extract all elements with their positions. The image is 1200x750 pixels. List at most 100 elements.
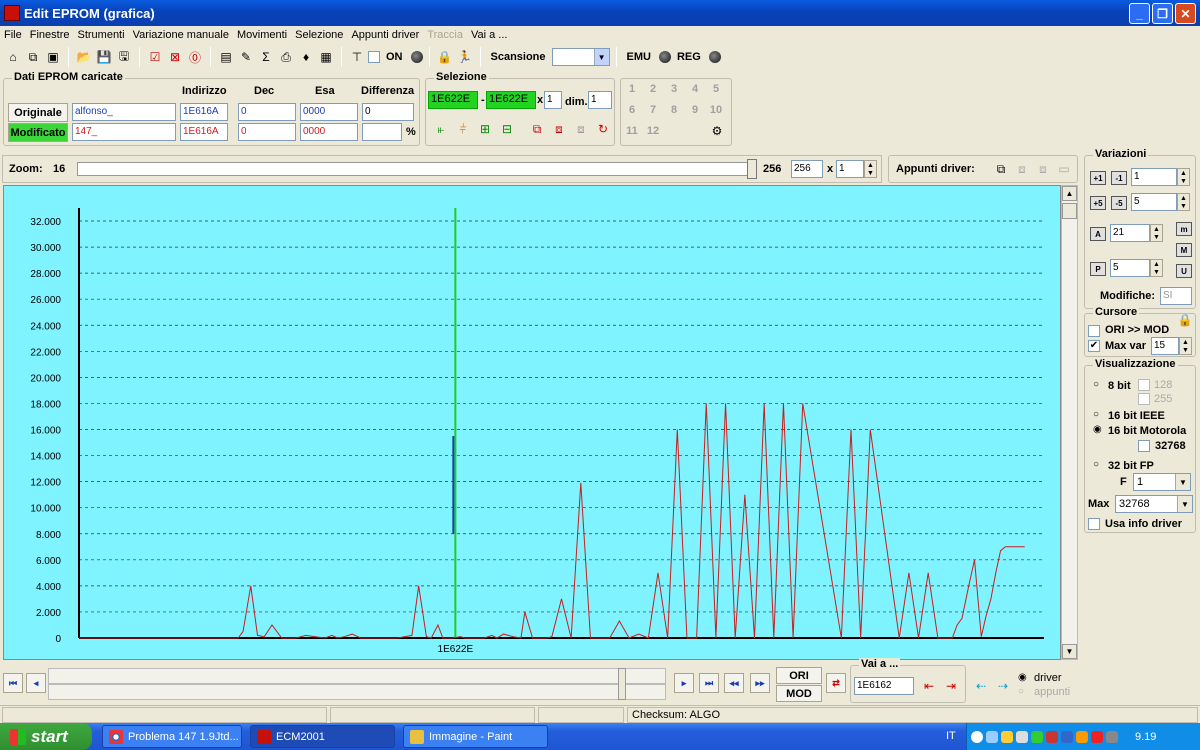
variazioni-spinner-1[interactable]: ▲ ▼ — [1177, 168, 1190, 186]
next-icon[interactable]: ▸ — [674, 673, 694, 693]
modificato-button[interactable]: Modificato — [8, 123, 68, 142]
radio-motorola[interactable]: ◉ — [1093, 424, 1102, 435]
minimize-button[interactable]: _ — [1129, 3, 1150, 24]
sum-icon[interactable]: Σ — [257, 48, 275, 66]
selezione-end[interactable]: 1E622E — [486, 91, 536, 109]
copy-red-icon[interactable]: ⧉ — [528, 120, 546, 138]
tray-security-icon[interactable] — [1031, 730, 1043, 743]
max-var-spinner[interactable]: ▲ ▼ — [1179, 337, 1192, 355]
chart-area[interactable]: 0 2.000 4.000 6.000 8.000 10.000 12.000 14.000 1… — [3, 185, 1061, 660]
graph-icon[interactable]: ▦ — [317, 48, 335, 66]
menu-item-file[interactable]: File — [4, 29, 27, 41]
f-select[interactable]: 1 ▼ — [1133, 473, 1191, 491]
task-ecm2001[interactable]: ECM2001 — [250, 725, 395, 748]
eprom-chart[interactable]: 0 2.000 4.000 6.000 8.000 10.000 12.000 14.000 1… — [4, 186, 1062, 661]
swap-icon[interactable]: ⇄ — [826, 673, 846, 693]
run-icon[interactable]: 🏃 — [456, 48, 474, 66]
window-icon[interactable]: ▣ — [44, 48, 62, 66]
minus1-icon[interactable]: -1 — [1111, 171, 1127, 185]
paste-red-icon[interactable]: ⧈ — [550, 120, 568, 138]
on-checkbox[interactable] — [368, 51, 380, 63]
chart-vertical-scrollbar[interactable]: ▲ ▼ — [1061, 185, 1078, 660]
m-big-icon[interactable]: M — [1176, 243, 1192, 257]
selezione-dim-field[interactable]: 1 — [588, 91, 612, 109]
plus1-icon[interactable]: +1 — [1090, 171, 1106, 185]
filter-icon[interactable]: ⊤ — [348, 48, 366, 66]
radio-32bit-fp[interactable]: ○ — [1093, 459, 1099, 470]
home-icon[interactable]: ⌂ — [4, 48, 22, 66]
zoom-slider-thumb[interactable] — [747, 159, 757, 179]
cursore-lock-icon[interactable]: 🔒 — [1176, 311, 1194, 329]
modificato-indirizzo-field[interactable]: 1E616A — [180, 123, 228, 141]
tray-antivirus-icon[interactable] — [1046, 730, 1058, 743]
zoom-x-spinner[interactable]: ▲ ▼ — [864, 160, 877, 178]
modificato-dec-field[interactable]: 0 — [238, 123, 296, 141]
close-button[interactable]: ✕ — [1175, 3, 1196, 24]
paint-icon[interactable]: ♦ — [297, 48, 315, 66]
max-select[interactable]: 32768 ▼ — [1115, 495, 1193, 513]
tray-volume-icon[interactable] — [1016, 730, 1028, 743]
originale-dec-field[interactable]: 0 — [238, 103, 296, 121]
minus5-icon[interactable]: -5 — [1111, 196, 1127, 210]
select-mid-icon[interactable]: ⫩ — [454, 120, 472, 138]
check-icon[interactable]: ☑ — [146, 48, 164, 66]
originale-differenza-field[interactable]: 0 — [362, 103, 414, 121]
reg-led-icon[interactable] — [708, 51, 721, 63]
variazioni-field-4[interactable]: 5 — [1110, 259, 1150, 277]
last-icon[interactable]: ⏭ — [699, 673, 719, 693]
variazioni-field-2[interactable]: 5 — [1131, 193, 1177, 211]
goto-left-icon[interactable]: ⇤ — [920, 677, 938, 695]
prev-diff-icon[interactable]: ◂◂ — [724, 673, 744, 693]
menu-item-variazione-manuale[interactable]: Variazione manuale — [133, 29, 234, 41]
mark-right-icon[interactable]: ⇢ — [994, 677, 1012, 695]
tray-update-icon[interactable] — [1076, 730, 1088, 743]
save-icon[interactable]: 💾 — [95, 48, 113, 66]
refresh-icon[interactable]: ↻ — [594, 120, 612, 138]
save-as-icon[interactable]: 🖫 — [115, 48, 133, 66]
menu-item-finestre[interactable]: Finestre — [30, 29, 75, 41]
a-icon[interactable]: A — [1090, 227, 1106, 241]
modificato-name-field[interactable]: 147_ — [72, 123, 176, 141]
variazioni-spinner-3[interactable]: ▲ ▼ — [1150, 224, 1163, 242]
u-icon[interactable]: U — [1176, 264, 1192, 278]
next-diff-icon[interactable]: ▸▸ — [750, 673, 770, 693]
scansione-select[interactable]: ▼ — [551, 48, 610, 66]
print-icon[interactable]: ⎙ — [277, 48, 295, 66]
vai-a-field[interactable]: 1E6162 — [854, 677, 914, 695]
variazioni-spinner-4[interactable]: ▲ ▼ — [1150, 259, 1163, 277]
select-h-icon[interactable]: ⊞ — [476, 120, 494, 138]
tray-chevron-icon[interactable] — [971, 730, 983, 743]
scroll-down-icon[interactable]: ▼ — [1062, 644, 1077, 659]
grid-tool-icon[interactable]: ⚙ — [708, 122, 726, 140]
maximize-button[interactable]: ❐ — [1152, 3, 1173, 24]
tray-device-icon[interactable] — [1106, 730, 1118, 743]
variazioni-field-1[interactable]: 1 — [1131, 168, 1177, 186]
menu-item-strumenti[interactable]: Strumenti — [77, 29, 129, 41]
scroll-up-icon[interactable]: ▲ — [1062, 186, 1077, 201]
m-small-icon[interactable]: m — [1176, 222, 1192, 236]
tray-ecm-icon[interactable] — [1091, 730, 1103, 743]
menu-item-appunti-driver[interactable]: Appunti driver — [351, 29, 424, 41]
prev-icon[interactable]: ◂ — [26, 673, 46, 693]
zoom-value-field[interactable]: 256 — [791, 160, 823, 178]
plus5-icon[interactable]: +5 — [1090, 196, 1106, 210]
tray-bluetooth-icon[interactable] — [1061, 730, 1073, 743]
originale-indirizzo-field[interactable]: 1E616A — [180, 103, 228, 121]
scroll-thumb[interactable] — [618, 668, 626, 700]
originale-esa-field[interactable]: 0000 — [300, 103, 358, 121]
selezione-start[interactable]: 1E622E — [428, 91, 478, 109]
select-left-icon[interactable]: ⫦ — [432, 120, 450, 138]
tray-wifi-icon[interactable] — [1001, 730, 1013, 743]
modificato-differenza-field[interactable] — [362, 123, 402, 141]
emu-led-icon[interactable] — [658, 51, 671, 63]
max-var-field[interactable]: 15 — [1151, 337, 1179, 355]
tray-network-icon[interactable] — [986, 730, 998, 743]
radio-driver[interactable]: ◉ — [1018, 672, 1027, 683]
variazioni-spinner-2[interactable]: ▲ ▼ — [1177, 193, 1190, 211]
ori-button[interactable]: ORI — [776, 667, 822, 684]
mod-horizontal-scrollbar[interactable] — [48, 684, 666, 700]
max-var-checkbox[interactable]: ✔ — [1088, 340, 1100, 352]
zoom-slider-track[interactable] — [77, 162, 757, 176]
first-icon[interactable]: ⏮ — [3, 673, 23, 693]
copy-icon[interactable]: ⧉ — [24, 48, 42, 66]
